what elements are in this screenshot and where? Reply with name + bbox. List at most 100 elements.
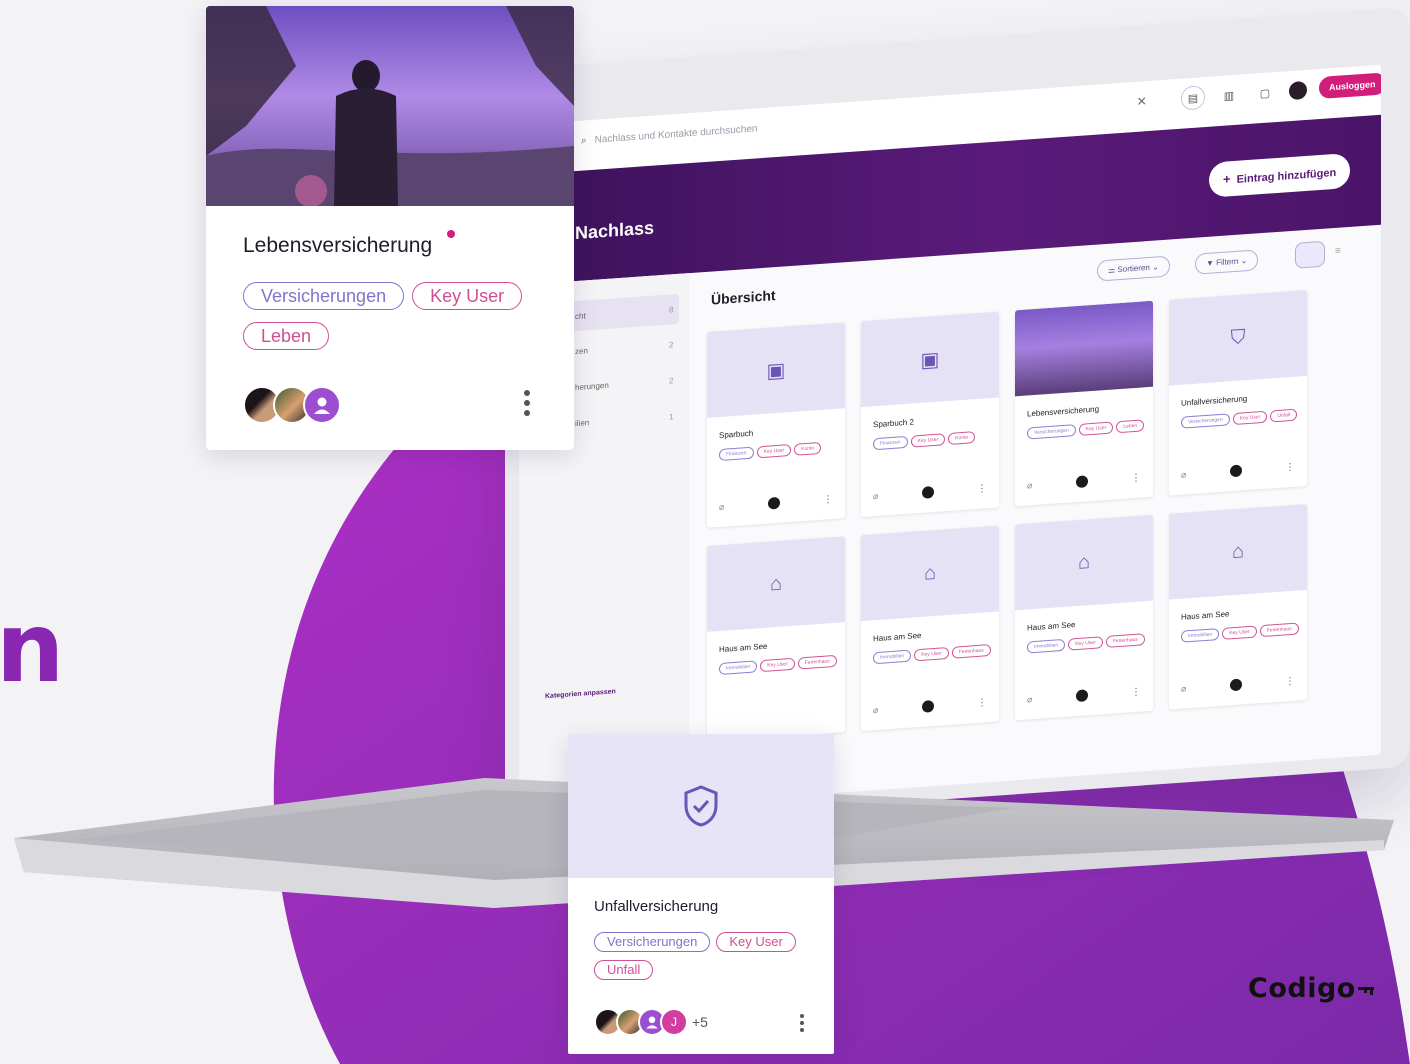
add-entry-button[interactable]: + Eintrag hinzufügen bbox=[1209, 152, 1351, 198]
box-icon[interactable]: ▢ bbox=[1253, 80, 1277, 106]
life-insurance-card[interactable]: Lebensversicherung Versicherungen Key Us… bbox=[206, 6, 574, 450]
home-icon: ⌂ bbox=[1015, 514, 1153, 611]
avatar bbox=[921, 700, 934, 713]
grid-view-toggle[interactable] bbox=[1295, 240, 1325, 269]
tag: Konto bbox=[948, 431, 976, 446]
entry-card[interactable]: ⛉ Unfallversicherung Versicherungen Key U… bbox=[1169, 289, 1307, 496]
card-title: Lebensversicherung bbox=[243, 234, 433, 257]
tag: Leben bbox=[1116, 419, 1145, 434]
tag: Key User bbox=[914, 646, 949, 662]
hero-title: Nachlass bbox=[575, 217, 655, 244]
user-icon bbox=[646, 1016, 658, 1029]
home-icon: ⌂ bbox=[1169, 503, 1307, 600]
page-title: Übersicht bbox=[711, 287, 776, 308]
avatar bbox=[1075, 475, 1088, 489]
archive-icon[interactable]: ▥ bbox=[1217, 83, 1241, 109]
attachment-icon: ⌀ bbox=[719, 501, 725, 512]
avatar bbox=[1229, 464, 1242, 478]
tag: Versicherungen bbox=[1027, 424, 1076, 440]
card-title: Sparbuch 2 bbox=[873, 417, 914, 430]
attachment-icon: ⌀ bbox=[873, 490, 879, 501]
more-icon[interactable]: ⋮ bbox=[823, 494, 833, 506]
key-icon bbox=[1357, 986, 1374, 995]
notification-dot bbox=[447, 230, 455, 238]
close-icon[interactable]: × bbox=[1137, 93, 1146, 112]
avatar bbox=[1229, 678, 1242, 692]
entry-card[interactable]: ▣ Sparbuch Finanzen Key User Konto ⌀ ⋮ bbox=[707, 322, 845, 528]
tag: Konto bbox=[794, 441, 822, 456]
card-title: Lebensversicherung bbox=[1027, 404, 1100, 419]
entry-card[interactable]: ▣ Sparbuch 2 Finanzen Key User Konto ⌀ ⋮ bbox=[861, 311, 999, 518]
avatar-stack: J +5 bbox=[594, 1008, 708, 1036]
sidebar-item-insurances[interactable]: herungen bbox=[575, 381, 609, 392]
card-title: Haus am See bbox=[1181, 609, 1230, 622]
card-title: Haus am See bbox=[873, 630, 922, 644]
more-icon[interactable]: ⋮ bbox=[977, 483, 987, 495]
card-photo bbox=[206, 6, 574, 207]
tag: Key User bbox=[756, 443, 792, 459]
brand-logo: Codigo bbox=[1248, 973, 1378, 1004]
more-icon[interactable] bbox=[800, 1014, 804, 1035]
tag[interactable]: Leben bbox=[243, 322, 330, 350]
attachment-icon: ⌀ bbox=[873, 704, 879, 715]
laptop: ⌕ Nachlass und Kontakte durchsuchen × ▤ ▥… bbox=[505, 6, 1410, 830]
search-icon: ⌕ bbox=[581, 135, 587, 147]
entry-card[interactable]: Lebensversicherung Versicherungen Key Use… bbox=[1015, 300, 1153, 507]
topbar-icons: ▤ ▥ ▢ bbox=[1181, 78, 1307, 111]
tag[interactable]: Versicherungen bbox=[243, 282, 405, 310]
more-icon[interactable]: ⋮ bbox=[977, 697, 987, 709]
tag: Immobilien bbox=[1027, 638, 1066, 654]
entry-card[interactable]: ⌂ Haus am See Immobilien Key User Ferienha… bbox=[707, 536, 845, 742]
card-title: Haus am See bbox=[719, 641, 768, 655]
add-entry-label: Eintrag hinzufügen bbox=[1236, 166, 1337, 186]
more-icon[interactable]: ⋮ bbox=[1131, 686, 1141, 698]
tag: Ferienhaus bbox=[1259, 622, 1299, 638]
tag: Finanzen bbox=[873, 435, 908, 451]
tag[interactable]: Key User bbox=[716, 932, 796, 952]
accident-insurance-card[interactable]: Unfallversicherung Versicherungen Key Us… bbox=[568, 734, 834, 1054]
document-icon[interactable]: ▤ bbox=[1181, 85, 1205, 111]
wallet-icon: ▣ bbox=[707, 322, 845, 418]
sort-button[interactable]: ⚌ Sortieren ⌄ bbox=[1097, 255, 1170, 282]
avatar bbox=[303, 386, 341, 424]
sidebar-item-finances[interactable]: zen bbox=[575, 346, 588, 356]
avatar-initial: J bbox=[660, 1008, 688, 1036]
card-header bbox=[568, 734, 834, 878]
sidebar-item-real-estate[interactable]: ilien bbox=[575, 418, 589, 428]
card-title: Unfallversicherung bbox=[594, 898, 719, 915]
tag: Ferienhaus bbox=[797, 654, 837, 670]
card-title: Haus am See bbox=[1027, 620, 1076, 633]
search-input[interactable]: ⌕ Nachlass und Kontakte durchsuchen bbox=[581, 123, 758, 146]
entry-card[interactable]: ⌂ Haus am See Immobilien Key User Ferienha… bbox=[1169, 503, 1307, 710]
entry-card[interactable]: ⌂ Haus am See Immobilien Key User Ferienha… bbox=[861, 525, 999, 732]
shield-check-icon bbox=[684, 785, 718, 827]
tag: Key User bbox=[1222, 625, 1257, 640]
more-icon[interactable]: ⋮ bbox=[1131, 472, 1141, 484]
more-icon[interactable]: ⋮ bbox=[1285, 461, 1295, 473]
avatar-stack bbox=[243, 386, 341, 424]
category-link[interactable]: Kategorien anpassen bbox=[545, 688, 616, 700]
card-title: Sparbuch bbox=[719, 428, 754, 441]
tag: Key User bbox=[910, 433, 946, 448]
tag[interactable]: Key User bbox=[412, 282, 523, 310]
tag[interactable]: Versicherungen bbox=[594, 932, 711, 952]
tag[interactable]: Unfall bbox=[594, 960, 654, 980]
filter-label: Filtern bbox=[1216, 256, 1239, 268]
app-screen: ⌕ Nachlass und Kontakte durchsuchen × ▤ ▥… bbox=[519, 64, 1381, 816]
avatar bbox=[1075, 689, 1088, 703]
user-icon bbox=[314, 397, 330, 414]
more-icon[interactable] bbox=[524, 390, 530, 420]
list-view-toggle[interactable]: ≡ bbox=[1335, 246, 1341, 257]
filter-button[interactable]: ▼ Filtern ⌄ bbox=[1195, 249, 1259, 275]
search-placeholder: Nachlass und Kontakte durchsuchen bbox=[594, 123, 758, 146]
home-icon: ⌂ bbox=[861, 525, 999, 622]
brand-name: Codigo bbox=[1248, 973, 1356, 1004]
logout-button[interactable]: Ausloggen bbox=[1319, 72, 1381, 100]
avatar bbox=[921, 486, 934, 499]
entry-card[interactable]: ⌂ Haus am See Immobilien Key User Ferienha… bbox=[1015, 514, 1153, 721]
more-icon[interactable]: ⋮ bbox=[1285, 675, 1295, 687]
tag: Immobilien bbox=[873, 649, 912, 665]
sidebar-item-overview[interactable]: cht bbox=[559, 293, 679, 333]
user-avatar[interactable] bbox=[1289, 80, 1307, 101]
card-title: Unfallversicherung bbox=[1181, 394, 1248, 408]
